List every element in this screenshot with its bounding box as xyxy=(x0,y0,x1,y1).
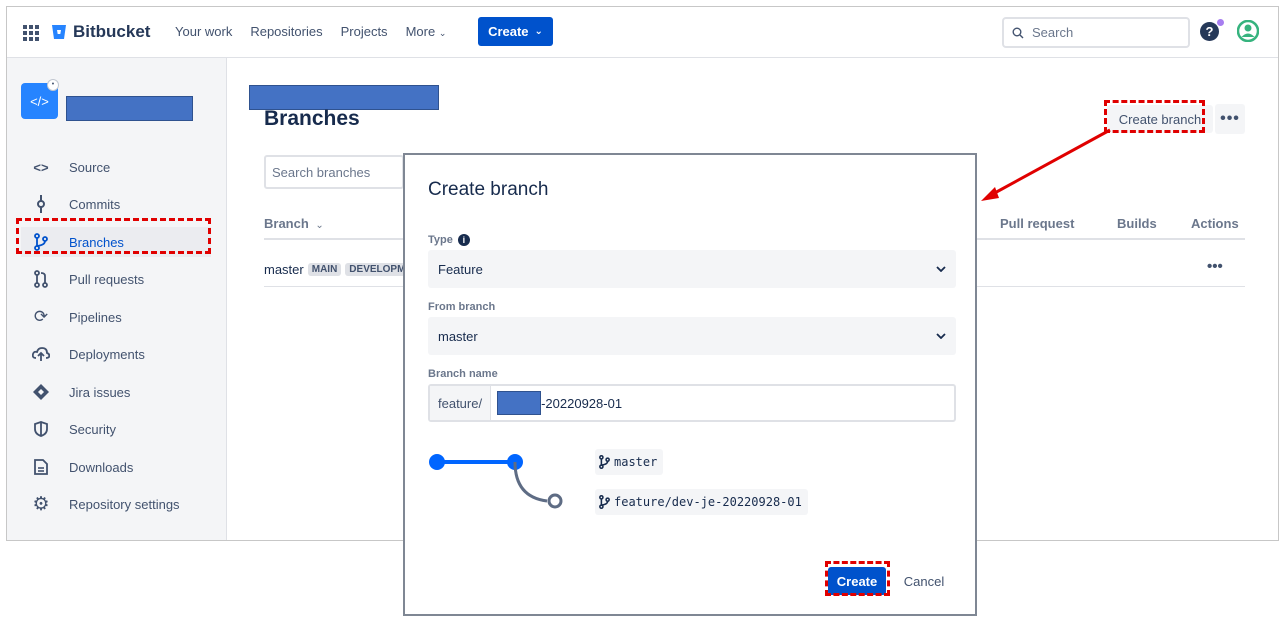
type-label: Type i xyxy=(428,234,470,246)
sidebar-item-jira-issues[interactable]: Jira issues xyxy=(21,377,211,407)
notification-dot xyxy=(1217,19,1224,26)
sidebar-item-label: Source xyxy=(69,159,111,175)
branch-icon xyxy=(599,455,610,469)
sidebar-item-label: Repository settings xyxy=(69,496,180,512)
avatar[interactable] xyxy=(1237,20,1259,42)
nav-more[interactable]: More ⌄ xyxy=(406,24,447,39)
branch-name-field[interactable]: feature/ -20220928-01 xyxy=(428,384,956,422)
chevron-down-icon: ⌄ xyxy=(534,26,543,37)
nav-more-label: More xyxy=(405,24,436,39)
target-branch-name: feature/dev-je-20220928-01 xyxy=(614,495,802,509)
target-branch-chip: feature/dev-je-20220928-01 xyxy=(595,489,808,515)
branch-icon xyxy=(599,495,610,509)
sidebar-item-label: Commits xyxy=(69,196,121,212)
type-select[interactable]: Feature xyxy=(428,250,956,288)
help-icon[interactable]: ? xyxy=(1200,22,1219,41)
sidebar-item-downloads[interactable]: Downloads xyxy=(21,452,211,482)
search-icon xyxy=(1012,27,1024,38)
code-icon: <> xyxy=(33,159,49,175)
branch-name-input[interactable]: -20220928-01 xyxy=(497,391,622,415)
status-badge: DEVELOPM xyxy=(345,263,410,276)
lock-icon: • xyxy=(47,79,59,91)
create-branch-dialog: Create branch Type i Feature From branch… xyxy=(403,153,977,616)
primary-nav: Your work Repositories Projects More ⌄ xyxy=(175,24,464,39)
table-row[interactable]: master MAIN DEVELOPM xyxy=(264,262,410,277)
highlight-create-submit xyxy=(825,561,890,596)
sidebar-item-pipelines[interactable]: ⟳ Pipelines xyxy=(21,302,211,332)
nav-your-work[interactable]: Your work xyxy=(175,24,232,39)
column-header-branch[interactable]: Branch ⌄ xyxy=(264,216,324,231)
brand-name: Bitbucket xyxy=(73,22,151,41)
type-label-text: Type xyxy=(428,234,453,246)
column-header-label: Branch xyxy=(264,216,309,231)
from-branch-value: master xyxy=(438,328,478,344)
column-header-pull-request: Pull request xyxy=(1000,216,1075,231)
pull-request-icon xyxy=(31,269,51,289)
from-branch-label: From branch xyxy=(428,301,496,313)
chevron-down-icon: ⌄ xyxy=(438,28,447,38)
sidebar-item-pull-requests[interactable]: Pull requests xyxy=(21,264,211,294)
nav-projects[interactable]: Projects xyxy=(341,24,388,39)
sidebar-item-label: Pipelines xyxy=(69,309,122,325)
info-icon[interactable]: i xyxy=(457,234,470,246)
page-title: Branches xyxy=(264,107,360,130)
source-branch-chip: master xyxy=(595,449,664,475)
sidebar-item-security[interactable]: Security xyxy=(21,414,211,444)
cancel-button[interactable]: Cancel xyxy=(899,567,949,595)
search-input[interactable]: Search xyxy=(1002,17,1190,48)
highlight-create-branch xyxy=(1104,100,1205,133)
shield-icon xyxy=(31,419,51,439)
row-actions-button[interactable]: ••• xyxy=(1207,258,1223,275)
sidebar-item-label: Downloads xyxy=(69,459,134,475)
highlight-branches-item xyxy=(16,218,211,254)
annotation-arrow xyxy=(981,128,1111,201)
bitbucket-logo-icon xyxy=(52,25,66,39)
sidebar-item-source[interactable]: <> Source xyxy=(21,152,211,182)
chevron-down-icon xyxy=(936,266,946,272)
sidebar-item-deployments[interactable]: Deployments xyxy=(21,339,211,369)
code-icon: </> xyxy=(30,93,49,109)
more-actions-button[interactable]: ••• xyxy=(1215,104,1245,134)
sidebar-item-repository-settings[interactable]: ⚙ Repository settings xyxy=(21,489,211,519)
type-select-value: Feature xyxy=(438,261,483,277)
dialog-title: Create branch xyxy=(428,179,549,200)
search-branches-input[interactable]: Search branches xyxy=(264,155,404,189)
branch-prefix: feature/ xyxy=(430,386,492,420)
jira-icon xyxy=(31,382,51,402)
status-badge: MAIN xyxy=(307,263,342,276)
create-button[interactable]: Create ⌄ xyxy=(478,17,553,46)
top-navigation: Bitbucket Your work Repositories Project… xyxy=(7,7,1278,58)
create-button-label: Create xyxy=(488,24,529,39)
search-placeholder: Search xyxy=(1032,25,1074,40)
source-branch-name: master xyxy=(614,455,658,469)
branch-name: master xyxy=(264,262,304,277)
branch-name-label: Branch name xyxy=(428,368,498,380)
sidebar-item-label: Deployments xyxy=(69,346,145,362)
sidebar-item-label: Jira issues xyxy=(69,384,131,400)
commit-icon xyxy=(31,194,51,214)
app-switcher-icon[interactable] xyxy=(23,25,39,41)
chevron-down-icon: ⌄ xyxy=(315,220,324,231)
branch-diagram xyxy=(429,454,563,509)
branch-name-suffix: -20220928-01 xyxy=(541,395,623,411)
sidebar-item-label: Security xyxy=(69,421,116,437)
redacted-repo-name xyxy=(66,96,193,121)
gear-icon: ⚙ xyxy=(32,493,50,515)
redacted-branch-name xyxy=(497,391,542,415)
sidebar: </> • <> Source Commits Branches Pull re… xyxy=(7,58,227,540)
sidebar-item-commits[interactable]: Commits xyxy=(21,189,211,219)
nav-repositories[interactable]: Repositories xyxy=(250,24,322,39)
sidebar-item-label: Pull requests xyxy=(69,271,145,287)
column-header-builds: Builds xyxy=(1117,216,1157,231)
pipelines-icon: ⟳ xyxy=(33,307,49,326)
chevron-down-icon xyxy=(936,333,946,339)
bitbucket-logo[interactable]: Bitbucket xyxy=(51,22,150,42)
document-icon xyxy=(31,457,51,477)
from-branch-select[interactable]: master xyxy=(428,317,956,355)
column-header-actions: Actions xyxy=(1191,216,1239,231)
cloud-upload-icon xyxy=(31,344,51,364)
